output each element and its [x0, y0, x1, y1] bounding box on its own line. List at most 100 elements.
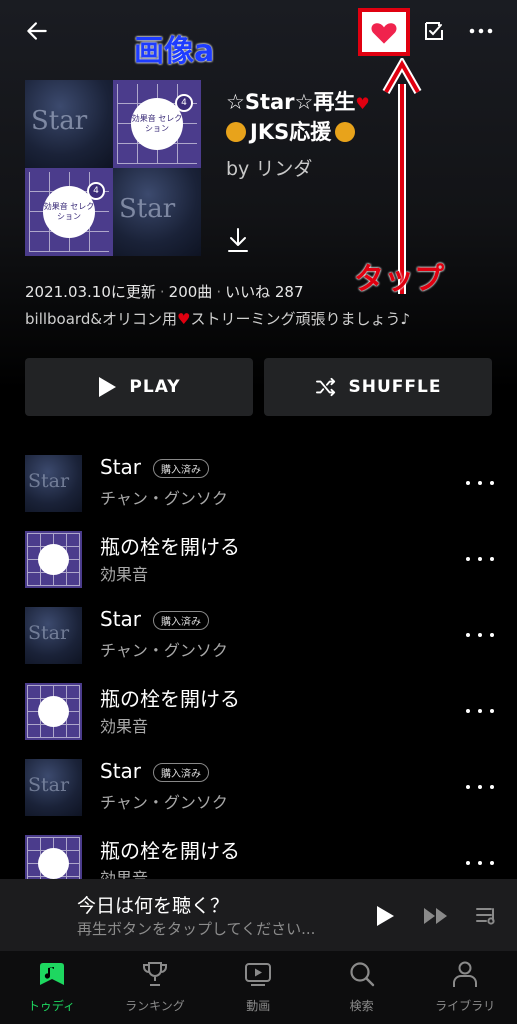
track-title: 瓶の栓を開ける [100, 687, 240, 711]
playlist-meta: 2021.03.10に更新 · 200曲 · いいね 287 [25, 283, 304, 301]
dot [478, 709, 482, 713]
track-title: Star [100, 759, 142, 783]
heart-emoji-icon: ♥ [355, 94, 370, 113]
dot [478, 633, 482, 637]
playlist-cover: Star 効果音 セレクション 4 効果音 セレクション 4 Star [25, 80, 201, 256]
cover-tile-fx: 効果音 セレクション 4 [113, 80, 201, 168]
playlist-owner[interactable]: by リンダ [226, 154, 312, 181]
nav-label: 動画 [246, 999, 271, 1013]
dot [466, 557, 470, 561]
track-artist: チャン・グンソク [100, 793, 228, 812]
nav-label: トゥディ [27, 999, 76, 1013]
track-title: Star [100, 607, 142, 631]
dot [478, 481, 482, 485]
shuffle-button[interactable]: SHUFFLE [264, 358, 492, 416]
track-artist: 効果音 [100, 565, 149, 584]
track-more-button[interactable] [466, 625, 494, 645]
track-title: 瓶の栓を開ける [100, 535, 240, 559]
track-row[interactable]: Star Star 購入済みチャン・グンソク [0, 607, 517, 683]
shuffle-label: SHUFFLE [348, 377, 442, 397]
track-thumbnail [25, 683, 82, 740]
dot [490, 709, 494, 713]
track-row[interactable]: Star Star 購入済みチャン・グンソク [0, 759, 517, 835]
dot [478, 785, 482, 789]
fast-forward-icon [424, 908, 447, 924]
dot [478, 861, 482, 865]
download-button[interactable] [222, 224, 254, 256]
nav-item-library[interactable]: ライブラリ [414, 951, 517, 1024]
dot [466, 785, 470, 789]
purchased-badge: 購入済み [153, 763, 209, 782]
cover-tile-star: Star [113, 168, 201, 256]
nav-item-search[interactable]: 検索 [310, 951, 413, 1024]
playlist-title: ☆Star☆再生♥ JKS応援 [226, 88, 370, 146]
bear-emoji-icon [335, 122, 356, 142]
mini-player[interactable]: 今日は何を聴く？ 再生ボタンをタップしてください... [0, 879, 517, 951]
track-more-button[interactable] [466, 549, 494, 569]
more-horizontal-icon [469, 28, 493, 34]
track-title: Star [100, 455, 142, 479]
track-artist: チャン・グンソク [100, 641, 228, 660]
dot [466, 481, 470, 485]
track-thumbnail: Star [25, 759, 82, 816]
track-thumbnail: Star [25, 455, 82, 512]
track-more-button[interactable] [466, 701, 494, 721]
more-options-button[interactable] [466, 16, 496, 46]
play-button[interactable]: PLAY [25, 358, 253, 416]
play-icon [377, 906, 394, 926]
track-more-button[interactable] [466, 473, 494, 493]
dot [466, 709, 470, 713]
dot [478, 557, 482, 561]
nav-label: ライブラリ [435, 999, 496, 1013]
mini-player-subtitle: 再生ボタンをタップしてください... [77, 920, 316, 938]
cover-tile-fx: 効果音 セレクション 4 [25, 168, 113, 256]
video-icon [243, 959, 273, 993]
heart-icon [371, 23, 397, 44]
bear-emoji-icon [226, 122, 246, 142]
track-row[interactable]: Star Star 購入済みチャン・グンソク [0, 455, 517, 531]
mini-play-button[interactable] [370, 901, 400, 931]
nav-item-video[interactable]: 動画 [207, 951, 310, 1024]
search-icon [347, 959, 377, 993]
track-artist: 効果音 [100, 717, 149, 736]
dot [466, 861, 470, 865]
track-more-button[interactable] [466, 777, 494, 797]
nav-item-ranking[interactable]: ランキング [103, 951, 206, 1024]
nav-item-today[interactable]: トゥディ [0, 951, 103, 1024]
dot [490, 557, 494, 561]
cover-tile-star: Star [25, 80, 113, 168]
playlist-title-line2: JKS応援 [250, 120, 332, 144]
track-row[interactable]: 瓶の栓を開ける効果音 [0, 531, 517, 607]
nav-label: 検索 [349, 999, 374, 1013]
back-button[interactable] [20, 14, 54, 48]
arrow-left-icon [27, 22, 47, 40]
dot [490, 481, 494, 485]
mini-player-title: 今日は何を聴く？ [77, 895, 230, 917]
trophy-icon [140, 959, 170, 993]
annotation-tap-label: タップ [354, 262, 444, 297]
purchased-badge: 購入済み [153, 459, 209, 478]
playlist-title-line1: ☆Star☆再生 [226, 90, 356, 114]
track-thumbnail: Star [25, 607, 82, 664]
person-icon [450, 959, 480, 993]
select-button[interactable] [419, 16, 449, 46]
dot [490, 785, 494, 789]
track-title: 瓶の栓を開ける [100, 839, 240, 863]
favorite-button[interactable] [358, 8, 410, 56]
play-label: PLAY [129, 377, 181, 397]
playlist-queue-icon [476, 908, 495, 925]
annotation-image-label: 画像a [134, 34, 215, 69]
checklist-icon [425, 22, 443, 40]
purchased-badge: 購入済み [153, 611, 209, 630]
nav-label: ランキング [125, 999, 185, 1013]
bottom-navigation: トゥディ ランキング 動画 検索 ライブラリ [0, 951, 517, 1024]
track-artist: チャン・グンソク [100, 489, 228, 508]
track-thumbnail [25, 531, 82, 588]
dot [490, 633, 494, 637]
track-more-button[interactable] [466, 853, 494, 873]
track-row[interactable]: 瓶の栓を開ける効果音 [0, 683, 517, 759]
queue-button[interactable] [472, 901, 502, 931]
shuffle-icon [315, 377, 335, 397]
play-icon [99, 377, 117, 397]
next-button[interactable] [420, 901, 452, 931]
